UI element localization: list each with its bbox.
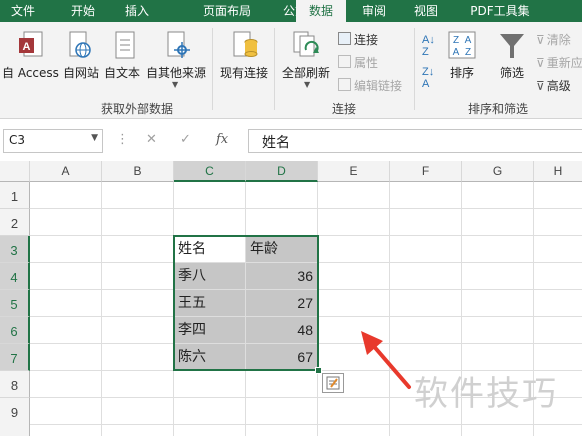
red-arrow-annotation <box>361 331 411 389</box>
filter-button[interactable]: 筛选 <box>500 64 524 81</box>
group-divider <box>212 28 213 110</box>
refresh-all-button[interactable]: 全部刷新 <box>282 64 330 81</box>
reapply-icon: ⊽ <box>536 56 545 70</box>
row-header[interactable]: 9 <box>0 398 30 436</box>
edit-links-icon <box>338 78 351 91</box>
chevron-down-icon[interactable]: ▼ <box>91 133 98 143</box>
advanced-filter-icon: ⊽ <box>536 79 545 93</box>
tab-pdf-tools[interactable]: PDF工具集 <box>458 0 542 22</box>
row-header[interactable]: 5 <box>0 290 30 317</box>
existing-connections-icon[interactable] <box>232 30 260 65</box>
grid-line <box>30 424 582 425</box>
properties-icon <box>338 55 351 68</box>
svg-text:A: A <box>23 41 31 53</box>
web-icon[interactable] <box>66 30 94 65</box>
column-header[interactable]: E <box>318 161 390 182</box>
row-header[interactable]: 7 <box>0 344 30 371</box>
connections-icon <box>338 32 351 45</box>
column-header[interactable]: C <box>174 161 246 182</box>
edit-links-button[interactable]: 编辑链接 <box>338 77 402 94</box>
formula-input[interactable]: 姓名 <box>248 129 582 153</box>
tab-page-layout[interactable]: 页面布局 <box>192 0 262 22</box>
existing-connections-button[interactable]: 现有连接 <box>220 64 268 81</box>
reapply-button[interactable]: ⊽ 重新应 <box>536 54 582 71</box>
row-header[interactable]: 1 <box>0 182 30 209</box>
from-access-button[interactable]: 自 Access <box>2 64 59 81</box>
select-all-corner[interactable] <box>0 161 30 182</box>
row-header[interactable]: 3 <box>0 236 30 263</box>
group-divider <box>414 28 415 110</box>
svg-text:Z: Z <box>465 47 471 58</box>
refresh-all-icon[interactable] <box>292 30 322 65</box>
column-header[interactable]: F <box>390 161 462 182</box>
cancel-icon[interactable]: ✕ <box>146 132 157 147</box>
more-dots-icon[interactable]: ⋮ <box>116 132 129 147</box>
formula-value: 姓名 <box>262 135 290 151</box>
filter-icon[interactable] <box>498 30 526 65</box>
name-box[interactable]: C3 ▼ <box>3 129 103 153</box>
row-header[interactable]: 4 <box>0 263 30 290</box>
tab-view[interactable]: 视图 <box>404 0 448 22</box>
group-label-sort-filter: 排序和筛选 <box>467 102 528 116</box>
from-text-button[interactable]: 自文本 <box>104 64 140 81</box>
enter-check-icon[interactable]: ✓ <box>180 132 191 147</box>
column-header[interactable]: B <box>102 161 174 182</box>
formula-bar: C3 ▼ ⋮ ✕ ✓ fx 姓名 <box>0 119 582 161</box>
clear-filter-icon: ⊽ <box>536 33 545 47</box>
sort-icon[interactable]: Z A A Z <box>448 30 476 65</box>
tab-home[interactable]: 开始 <box>58 0 108 22</box>
svg-text:A: A <box>453 47 460 58</box>
from-other-sources-button[interactable]: 自其他来源 <box>146 64 206 81</box>
chevron-down-icon[interactable]: ▼ <box>172 80 178 89</box>
name-box-value: C3 <box>9 133 26 147</box>
column-header[interactable]: A <box>30 161 102 182</box>
insert-function-icon[interactable]: fx <box>216 132 228 147</box>
group-label-get-external-data: 获取外部数据 <box>100 102 173 116</box>
sort-ascending-icon[interactable]: A↓ Z <box>422 34 435 58</box>
from-web-button[interactable]: 自网站 <box>63 64 99 81</box>
tab-data[interactable]: 数据 <box>296 0 346 24</box>
ribbon-tab-bar: 文件 开始 插入 页面布局 公式 数据 审阅 视图 PDF工具集 <box>0 0 582 24</box>
ribbon-data: A 自 Access 自网站 自文本 自其他来源 ▼ 现有连接 获取外部数据 全… <box>0 22 582 119</box>
clear-filter-button[interactable]: ⊽ 清除 <box>536 31 571 48</box>
row-header[interactable]: 2 <box>0 209 30 236</box>
other-sources-icon[interactable] <box>164 30 192 65</box>
worksheet-grid[interactable]: A B C D E F G H 1 2 3 4 5 6 7 8 9 姓名 年龄 … <box>0 161 582 436</box>
quick-analysis-button[interactable] <box>322 373 344 393</box>
watermark: 软件技巧 <box>414 374 558 414</box>
row-header[interactable]: 6 <box>0 317 30 344</box>
sort-button[interactable]: 排序 <box>450 64 474 81</box>
tab-insert[interactable]: 插入 <box>112 0 162 22</box>
column-header[interactable]: D <box>246 161 318 182</box>
quick-analysis-icon <box>326 376 340 390</box>
tab-file[interactable]: 文件 <box>0 0 46 22</box>
chevron-down-icon[interactable]: ▼ <box>304 80 310 89</box>
fill-handle[interactable] <box>315 367 322 374</box>
column-header[interactable]: G <box>462 161 534 182</box>
advanced-filter-button[interactable]: ⊽ 高级 <box>536 77 571 94</box>
column-header[interactable]: H <box>534 161 582 182</box>
connections-button[interactable]: 连接 <box>338 31 378 48</box>
group-label-connections: 连接 <box>331 102 356 116</box>
svg-text:Z: Z <box>453 35 459 46</box>
group-divider <box>274 28 275 110</box>
selection-border <box>173 235 319 371</box>
properties-button[interactable]: 属性 <box>338 54 378 71</box>
tab-review[interactable]: 审阅 <box>352 0 396 22</box>
row-header[interactable]: 8 <box>0 371 30 398</box>
text-file-icon[interactable] <box>112 30 140 65</box>
access-icon[interactable]: A <box>18 30 46 65</box>
grid-line <box>30 208 582 209</box>
svg-text:A: A <box>465 35 472 46</box>
sort-descending-icon[interactable]: Z↓ A <box>422 66 434 90</box>
